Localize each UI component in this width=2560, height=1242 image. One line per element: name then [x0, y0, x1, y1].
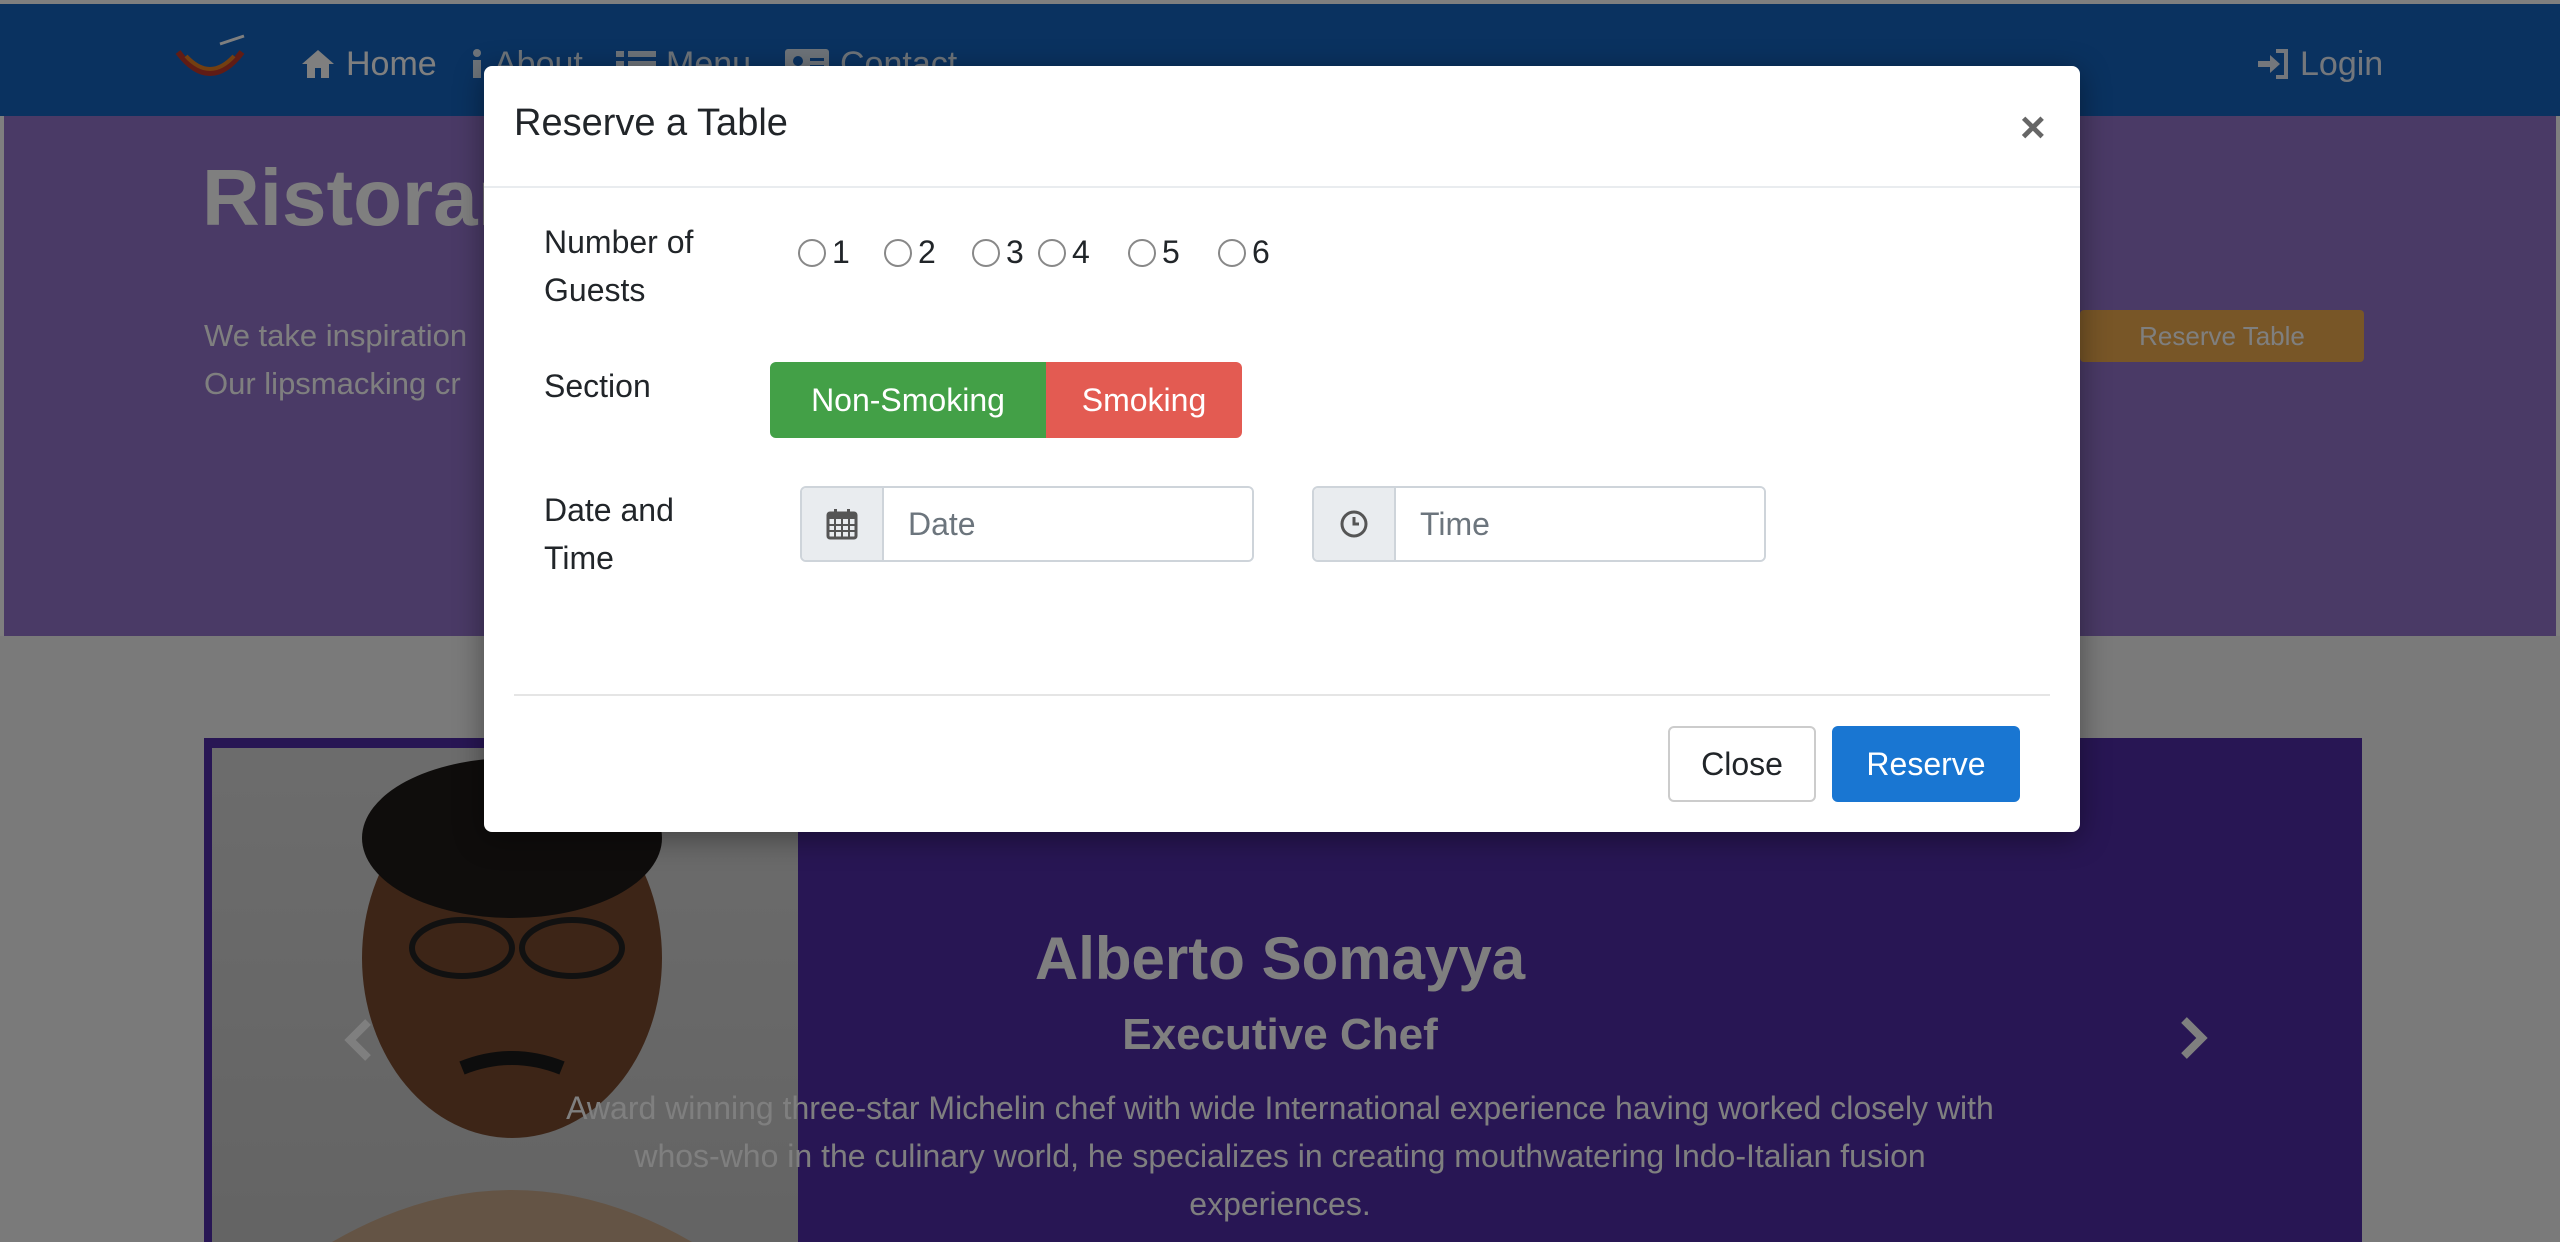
- guest-radio-label: 4: [1072, 234, 1090, 270]
- clock-icon: [1340, 510, 1368, 538]
- guest-radio-label: 3: [1006, 234, 1024, 270]
- modal-title: Reserve a Table: [514, 102, 788, 144]
- time-input[interactable]: Time: [1396, 488, 1764, 560]
- guest-radio-1[interactable]: 1: [798, 234, 850, 271]
- date-input[interactable]: Date: [884, 488, 1252, 560]
- section-label: Section: [544, 368, 651, 404]
- modal-close-x-button[interactable]: ×: [2020, 106, 2046, 150]
- date-addon: [802, 488, 884, 560]
- modal-header: Reserve a Table ×: [484, 66, 2080, 188]
- reserve-table-modal: Reserve a Table × Number of Guests 1 2 3…: [484, 66, 2080, 832]
- guest-radio-4[interactable]: 4: [1038, 234, 1090, 271]
- guest-radio-label: 5: [1162, 234, 1180, 270]
- modal-footer-divider: [514, 694, 2050, 696]
- date-time-label: Date and Time: [544, 492, 674, 576]
- time-input-group: Time: [1312, 486, 1766, 562]
- reserve-button[interactable]: Reserve: [1832, 726, 2020, 802]
- guest-radio-3[interactable]: 3: [972, 234, 1024, 271]
- non-smoking-button[interactable]: Non-Smoking: [770, 362, 1046, 438]
- radio-circle[interactable]: [798, 238, 826, 267]
- smoking-button[interactable]: Smoking: [1046, 362, 1242, 438]
- guest-radio-label: 6: [1252, 234, 1270, 270]
- guest-radio-6[interactable]: 6: [1218, 234, 1270, 271]
- calendar-icon: [826, 509, 858, 540]
- radio-circle[interactable]: [1038, 238, 1066, 267]
- radio-circle[interactable]: [884, 238, 912, 267]
- guests-label: Number of Guests: [544, 224, 694, 308]
- guest-radio-label: 2: [918, 234, 936, 270]
- close-button[interactable]: Close: [1668, 726, 1816, 802]
- section-button-group: Non-Smoking Smoking: [770, 362, 1242, 438]
- time-addon: [1314, 488, 1396, 560]
- date-input-group: Date: [800, 486, 1254, 562]
- guest-radio-2[interactable]: 2: [884, 234, 936, 271]
- guest-radio-label: 1: [832, 234, 850, 270]
- radio-circle[interactable]: [1218, 238, 1246, 267]
- radio-circle[interactable]: [972, 238, 1000, 267]
- guest-radio-5[interactable]: 5: [1128, 234, 1180, 271]
- radio-circle[interactable]: [1128, 238, 1156, 267]
